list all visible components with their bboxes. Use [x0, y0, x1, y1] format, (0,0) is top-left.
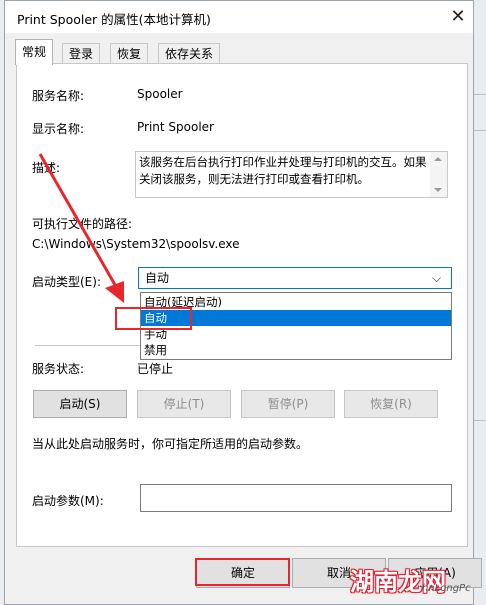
- watermark: 湖南龙网 hnLongPc: [350, 562, 486, 604]
- highlight-auto-option: [115, 307, 192, 330]
- highlight-ok-button: [195, 558, 290, 586]
- arrow-shaft: [38, 153, 120, 291]
- annotation-arrow: [38, 153, 124, 303]
- watermark-subtext: hnLongPc: [422, 583, 471, 594]
